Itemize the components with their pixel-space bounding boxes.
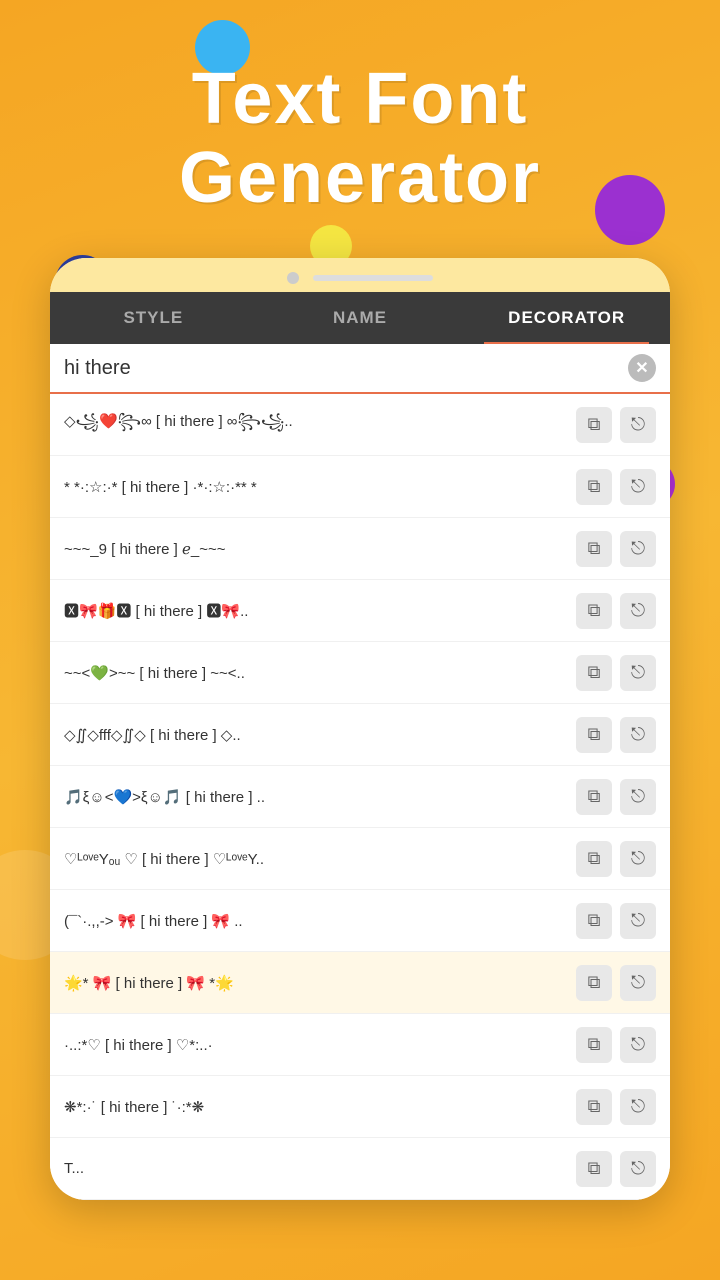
font-item-5: ~~<💚>~~ [ hi there ] ~~<.. ⧉ ⎋ (50, 642, 670, 704)
font-text-9: (¯`·.,,-> 🎀 [ hi there ] 🎀 .. (64, 912, 576, 930)
tab-name[interactable]: NAME (257, 292, 464, 344)
copy-button-12[interactable]: ⧉ (576, 1089, 612, 1125)
copy-button-10[interactable]: ⧉ (576, 965, 612, 1001)
share-button-5[interactable]: ⎋ (620, 655, 656, 691)
copy-button-8[interactable]: ⧉ (576, 841, 612, 877)
font-item-11: ·..:*♡ [ hi there ] ♡*:..· ⧉ ⎋ (50, 1014, 670, 1076)
font-item-9: (¯`·.,,-> 🎀 [ hi there ] 🎀 .. ⧉ ⎋ (50, 890, 670, 952)
tab-bar: STYLE NAME DECORATOR (50, 292, 670, 344)
font-item-4: 🆇🎀🎁🆇 [ hi there ] 🆇🎀.. ⧉ ⎋ (50, 580, 670, 642)
title-line2: Generator (179, 138, 541, 218)
phone-speaker (313, 275, 433, 281)
phone-mockup: STYLE NAME DECORATOR ✕ ◇꧁❤️꧂∞ [ hi there… (50, 258, 670, 1200)
font-text-2: * *·:☆:·* [ hi there ] ·*·:☆:·** * (64, 478, 576, 496)
font-item-3: ~~~_9 [ hi there ] ℯ_~~~ ⧉ ⎋ (50, 518, 670, 580)
share-button-13[interactable]: ⎋ (620, 1151, 656, 1187)
share-button-9[interactable]: ⎋ (620, 903, 656, 939)
copy-button-1[interactable]: ⧉ (576, 407, 612, 443)
font-text-1: ◇꧁❤️꧂∞ [ hi there ] ∞꧂꧁.. (64, 409, 576, 440)
search-bar: ✕ (50, 344, 670, 394)
share-button-11[interactable]: ⎋ (620, 1027, 656, 1063)
search-clear-button[interactable]: ✕ (628, 354, 656, 382)
copy-button-11[interactable]: ⧉ (576, 1027, 612, 1063)
copy-button-3[interactable]: ⧉ (576, 531, 612, 567)
share-button-3[interactable]: ⎋ (620, 531, 656, 567)
tab-decorator[interactable]: DECORATOR (463, 292, 670, 344)
copy-button-9[interactable]: ⧉ (576, 903, 612, 939)
font-text-11: ·..:*♡ [ hi there ] ♡*:..· (64, 1036, 576, 1054)
search-input[interactable] (64, 357, 628, 380)
font-list: ◇꧁❤️꧂∞ [ hi there ] ∞꧂꧁.. ⧉ ⎋ * *·:☆:·* … (50, 394, 670, 1200)
font-text-6: ◇∬◇fff◇∬◇ [ hi there ] ◇.. (64, 726, 576, 744)
font-text-12: ❋*:·˙ [ hi there ] ˙·:*❋ (64, 1098, 576, 1116)
font-item-6: ◇∬◇fff◇∬◇ [ hi there ] ◇.. ⧉ ⎋ (50, 704, 670, 766)
font-text-7: 🎵ξ☺<💙>ξ☺🎵 [ hi there ] .. (64, 788, 576, 806)
phone-camera (287, 272, 299, 284)
share-button-4[interactable]: ⎋ (620, 593, 656, 629)
app-title-section: Text Font Generator (0, 0, 720, 238)
font-item-12: ❋*:·˙ [ hi there ] ˙·:*❋ ⧉ ⎋ (50, 1076, 670, 1138)
font-text-4: 🆇🎀🎁🆇 [ hi there ] 🆇🎀.. (64, 600, 576, 621)
font-item-2: * *·:☆:·* [ hi there ] ·*·:☆:·** * ⧉ ⎋ (50, 456, 670, 518)
copy-button-4[interactable]: ⧉ (576, 593, 612, 629)
font-text-13: T... (64, 1160, 576, 1177)
font-text-5: ~~<💚>~~ [ hi there ] ~~<.. (64, 664, 576, 682)
copy-button-13[interactable]: ⧉ (576, 1151, 612, 1187)
share-button-12[interactable]: ⎋ (620, 1089, 656, 1125)
share-button-6[interactable]: ⎋ (620, 717, 656, 753)
phone-notch (50, 258, 670, 292)
copy-button-6[interactable]: ⧉ (576, 717, 612, 753)
font-item-13: T... ⧉ ⎋ (50, 1138, 670, 1200)
copy-button-2[interactable]: ⧉ (576, 469, 612, 505)
font-text-10: 🌟* 🎀 [ hi there ] 🎀 *🌟 (64, 974, 576, 992)
share-button-10[interactable]: ⎋ (620, 965, 656, 1001)
copy-button-5[interactable]: ⧉ (576, 655, 612, 691)
title-line1: Text Font (192, 59, 529, 139)
share-button-7[interactable]: ⎋ (620, 779, 656, 815)
font-item-1: ◇꧁❤️꧂∞ [ hi there ] ∞꧂꧁.. ⧉ ⎋ (50, 394, 670, 456)
copy-button-7[interactable]: ⧉ (576, 779, 612, 815)
share-button-1[interactable]: ⎋ (620, 407, 656, 443)
font-item-10: 🌟* 🎀 [ hi there ] 🎀 *🌟 ⧉ ⎋ (50, 952, 670, 1014)
share-button-8[interactable]: ⎋ (620, 841, 656, 877)
tab-style[interactable]: STYLE (50, 292, 257, 344)
font-item-7: 🎵ξ☺<💙>ξ☺🎵 [ hi there ] .. ⧉ ⎋ (50, 766, 670, 828)
share-button-2[interactable]: ⎋ (620, 469, 656, 505)
font-text-8: ♡ᴸᵒᵛᵉYₒᵤ ♡ [ hi there ] ♡ᴸᵒᵛᵉY.. (64, 850, 576, 868)
font-text-3: ~~~_9 [ hi there ] ℯ_~~~ (64, 540, 576, 558)
font-item-8: ♡ᴸᵒᵛᵉYₒᵤ ♡ [ hi there ] ♡ᴸᵒᵛᵉY.. ⧉ ⎋ (50, 828, 670, 890)
